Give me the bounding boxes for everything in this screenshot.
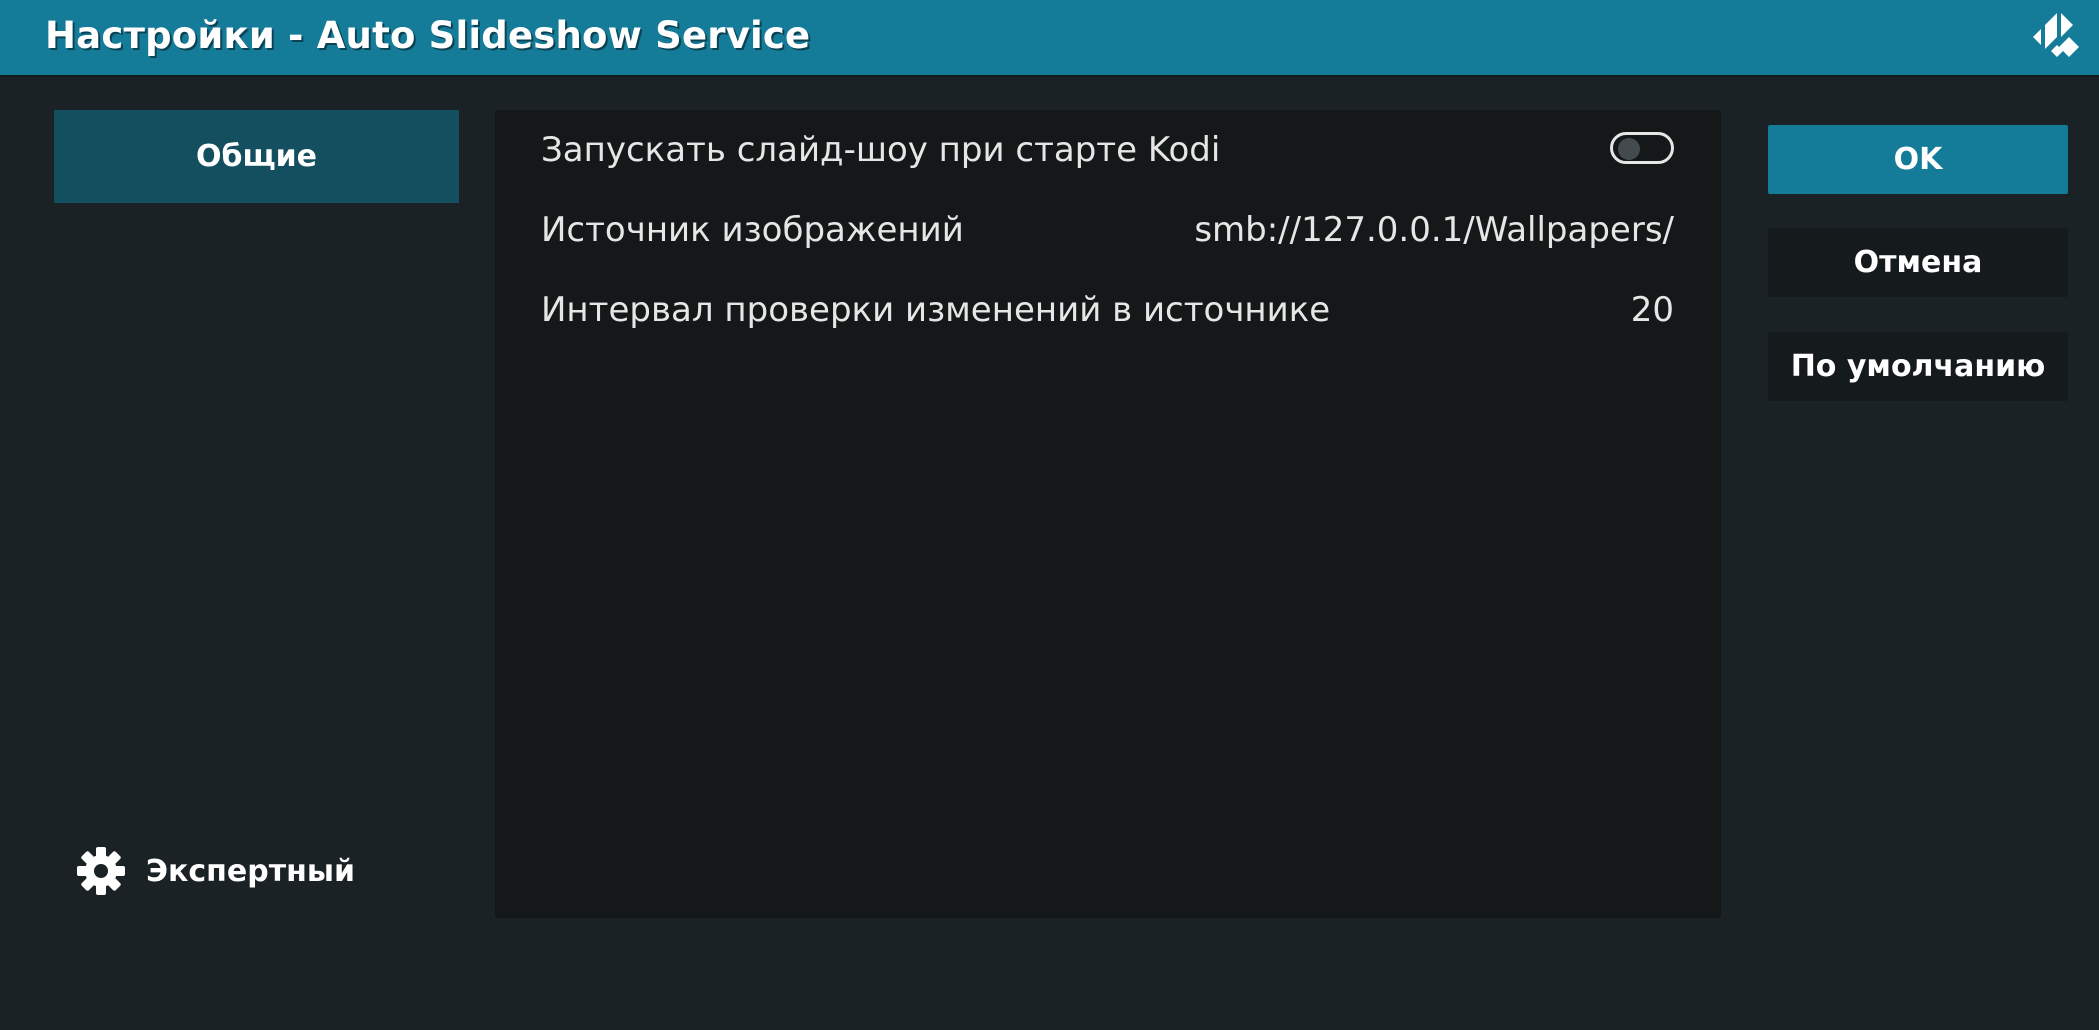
setting-image-source[interactable]: Источник изображений smb://127.0.0.1/Wal… xyxy=(495,190,1721,270)
setting-label: Запускать слайд-шоу при старте Kodi xyxy=(541,130,1221,170)
cancel-button[interactable]: Отмена xyxy=(1768,228,2068,297)
setting-start-slideshow-on-startup[interactable]: Запускать слайд-шоу при старте Kodi xyxy=(495,110,1721,190)
toggle-switch[interactable] xyxy=(1610,132,1674,164)
setting-value: smb://127.0.0.1/Wallpapers/ xyxy=(1194,210,1674,250)
toggle-knob xyxy=(1618,138,1640,160)
kodi-logo-icon xyxy=(2033,13,2079,57)
setting-check-interval[interactable]: Интервал проверки изменений в источнике … xyxy=(495,270,1721,350)
window-title: Настройки - Auto Slideshow Service xyxy=(45,14,811,57)
settings-level-label: Экспертный xyxy=(146,853,355,889)
ok-button[interactable]: OK xyxy=(1768,125,2068,194)
category-tab-label: Общие xyxy=(196,139,317,174)
category-tab-general[interactable]: Общие xyxy=(54,110,459,203)
setting-label: Интервал проверки изменений в источнике xyxy=(541,290,1331,330)
setting-value: 20 xyxy=(1630,290,1674,330)
settings-list: Запускать слайд-шоу при старте Kodi Исто… xyxy=(495,110,1721,918)
reset-defaults-button[interactable]: По умолчанию xyxy=(1768,332,2068,401)
title-bar: Настройки - Auto Slideshow Service xyxy=(0,0,2099,75)
settings-level-button[interactable]: Экспертный xyxy=(76,845,355,897)
gear-icon xyxy=(77,847,125,895)
setting-label: Источник изображений xyxy=(541,210,964,250)
